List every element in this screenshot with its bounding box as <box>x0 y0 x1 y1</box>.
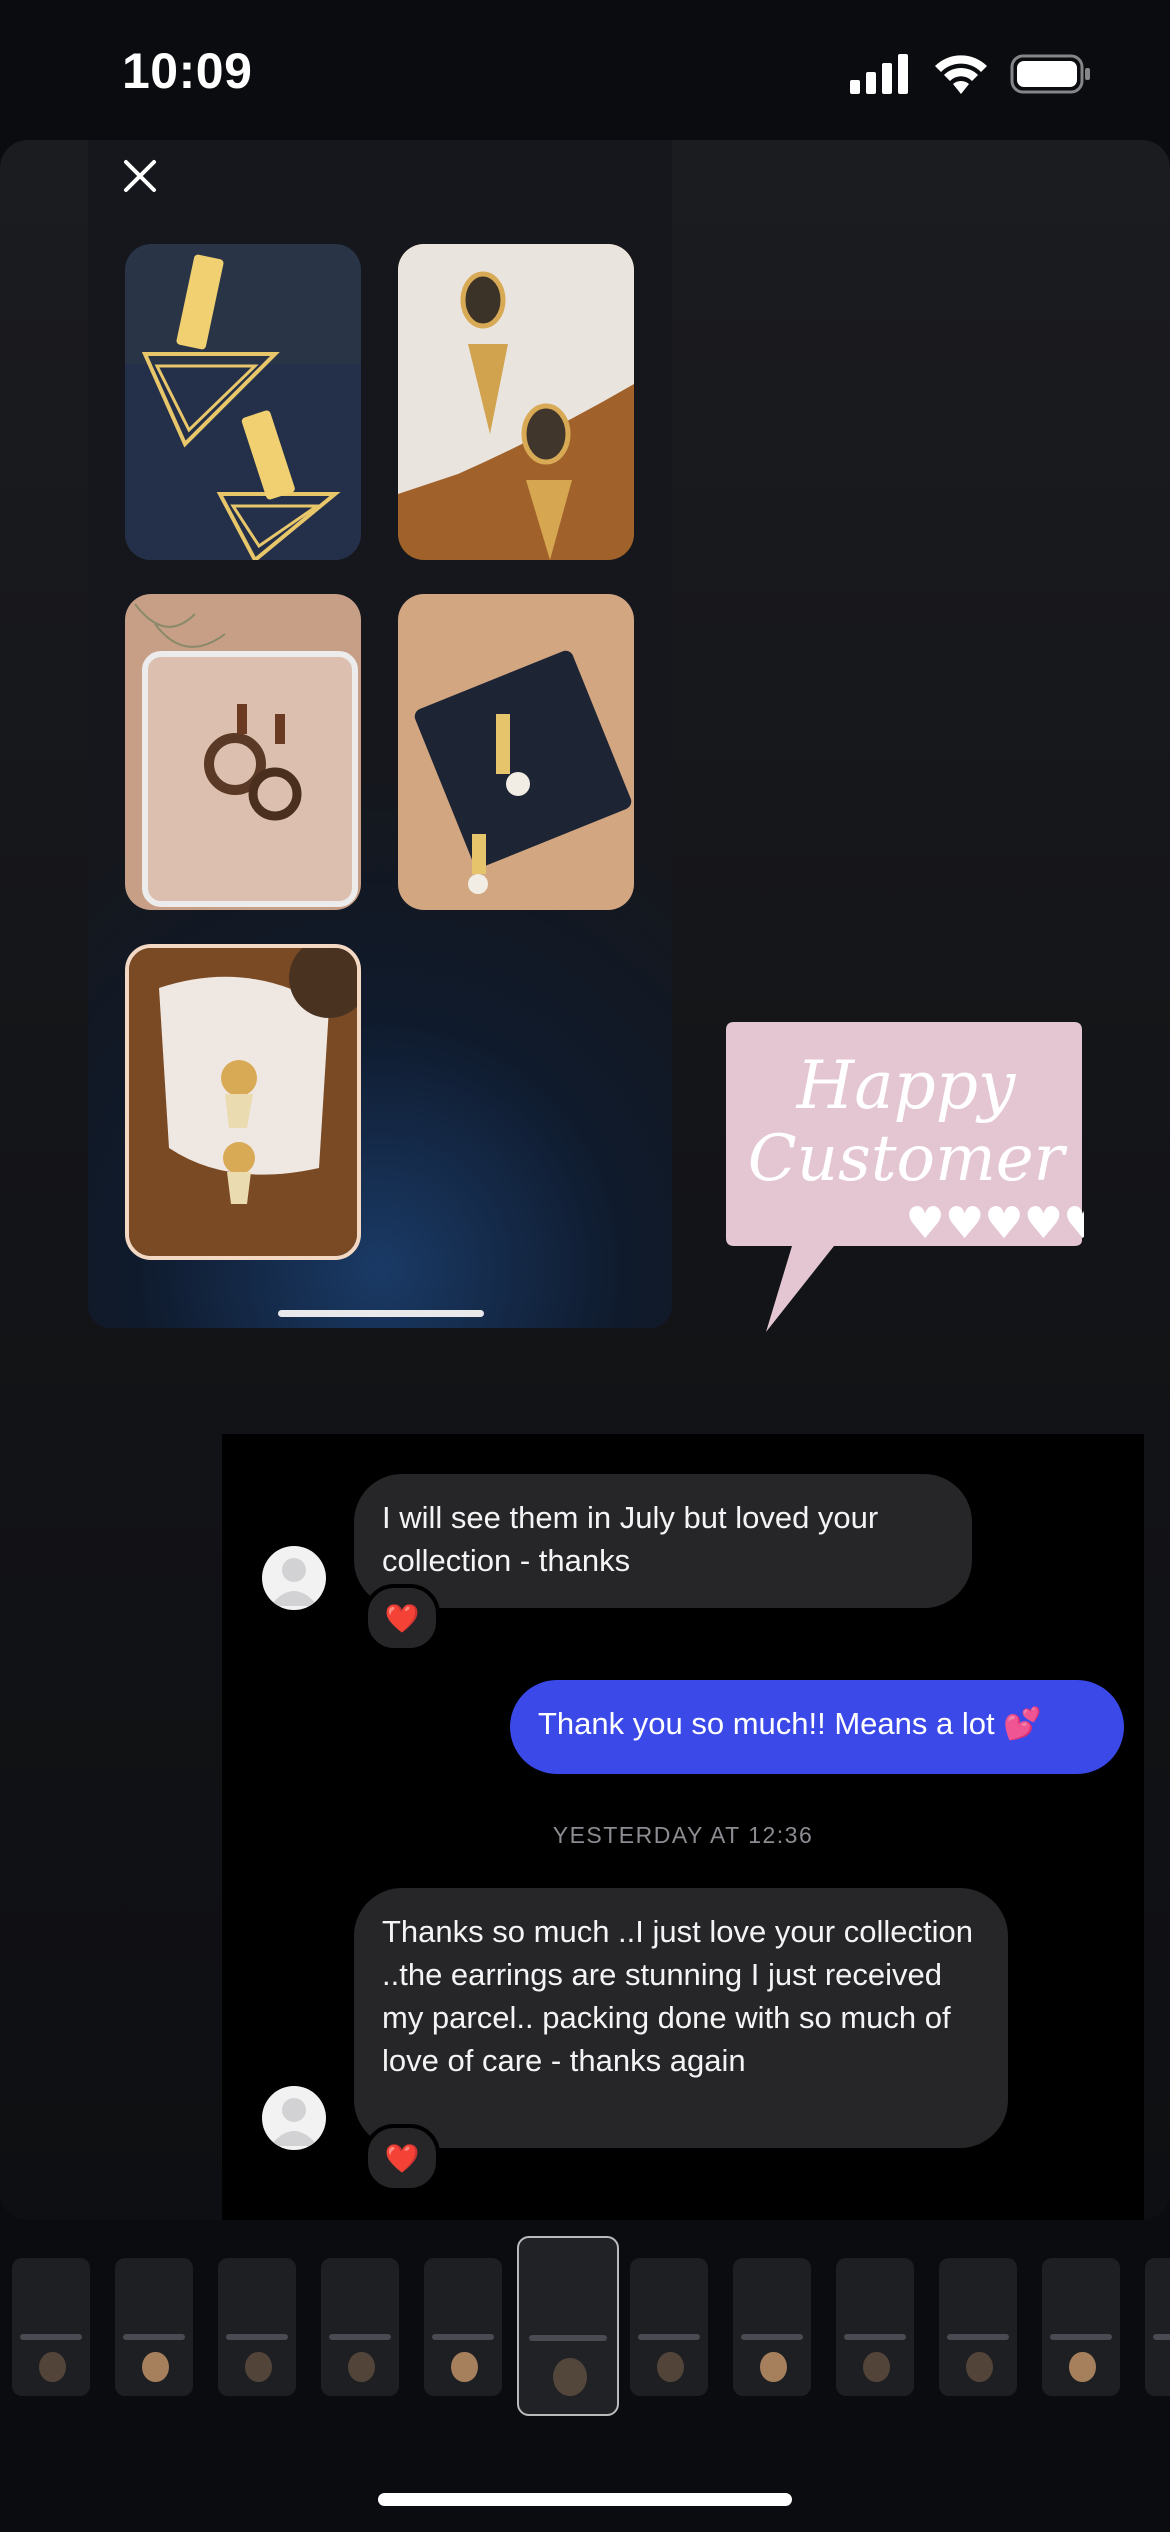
product-photo-tray-earrings[interactable] <box>125 594 361 910</box>
filmstrip-frame-active[interactable] <box>517 2236 619 2416</box>
product-photo-jhumka-earrings[interactable] <box>125 944 361 1260</box>
status-icons <box>850 54 1092 94</box>
home-indicator <box>378 2493 792 2506</box>
sticker-hearts: ♥♥♥♥♥ <box>905 1198 1084 1249</box>
sticker-line1: Happy <box>796 1047 1016 1124</box>
filmstrip-frame[interactable] <box>939 2258 1017 2396</box>
filmstrip-frame[interactable] <box>321 2258 399 2396</box>
message-received-1: I will see them in July but loved your c… <box>354 1474 972 1608</box>
wifi-icon <box>935 55 987 94</box>
gallery-screenshot[interactable] <box>88 140 672 1328</box>
filmstrip-frame[interactable] <box>12 2258 90 2396</box>
sticker-line2: Customer <box>748 1122 1068 1196</box>
filmstrip-frame[interactable] <box>1042 2258 1120 2396</box>
timestamp: YESTERDAY AT 12:36 <box>552 1822 814 1848</box>
status-time: 10:09 <box>122 43 253 99</box>
chat-screenshot[interactable]: I will see them in July but loved your c… <box>222 1434 1144 2220</box>
battery-icon <box>1010 54 1090 94</box>
filmstrip-frame[interactable] <box>733 2258 811 2396</box>
message-received-2: Thanks so much ..I just love your collec… <box>354 1888 1008 2148</box>
product-photo-box-earrings[interactable] <box>398 594 634 910</box>
product-photo-stone-earrings[interactable] <box>398 244 634 560</box>
signal-icon <box>850 54 908 94</box>
avatar <box>262 1546 326 1610</box>
message-sent-1: Thank you so much!! Means a lot 💕 <box>510 1680 1124 1774</box>
filmstrip-frame[interactable] <box>424 2258 502 2396</box>
filmstrip-frame[interactable] <box>218 2258 296 2396</box>
filmstrip-frame[interactable] <box>630 2258 708 2396</box>
filmstrip-frame[interactable] <box>1145 2258 1170 2396</box>
filmstrip-frame[interactable] <box>115 2258 193 2396</box>
status-bar: 10:09 <box>0 0 1170 140</box>
product-photo-triangle-earrings[interactable] <box>125 244 361 560</box>
heart-reaction: ❤️ <box>364 1584 440 1652</box>
heart-reaction: ❤️ <box>364 2124 440 2192</box>
home-indicator-inner <box>278 1310 484 1317</box>
avatar <box>262 2086 326 2150</box>
story-filmstrip[interactable] <box>0 2236 1170 2416</box>
close-icon[interactable] <box>118 154 162 198</box>
happy-customer-sticker[interactable]: Happy Customer ♥♥♥♥♥ <box>724 1020 1103 1335</box>
filmstrip-frame[interactable] <box>836 2258 914 2396</box>
story-canvas: Happy Customer ♥♥♥♥♥ I will see them in … <box>0 140 1170 2220</box>
